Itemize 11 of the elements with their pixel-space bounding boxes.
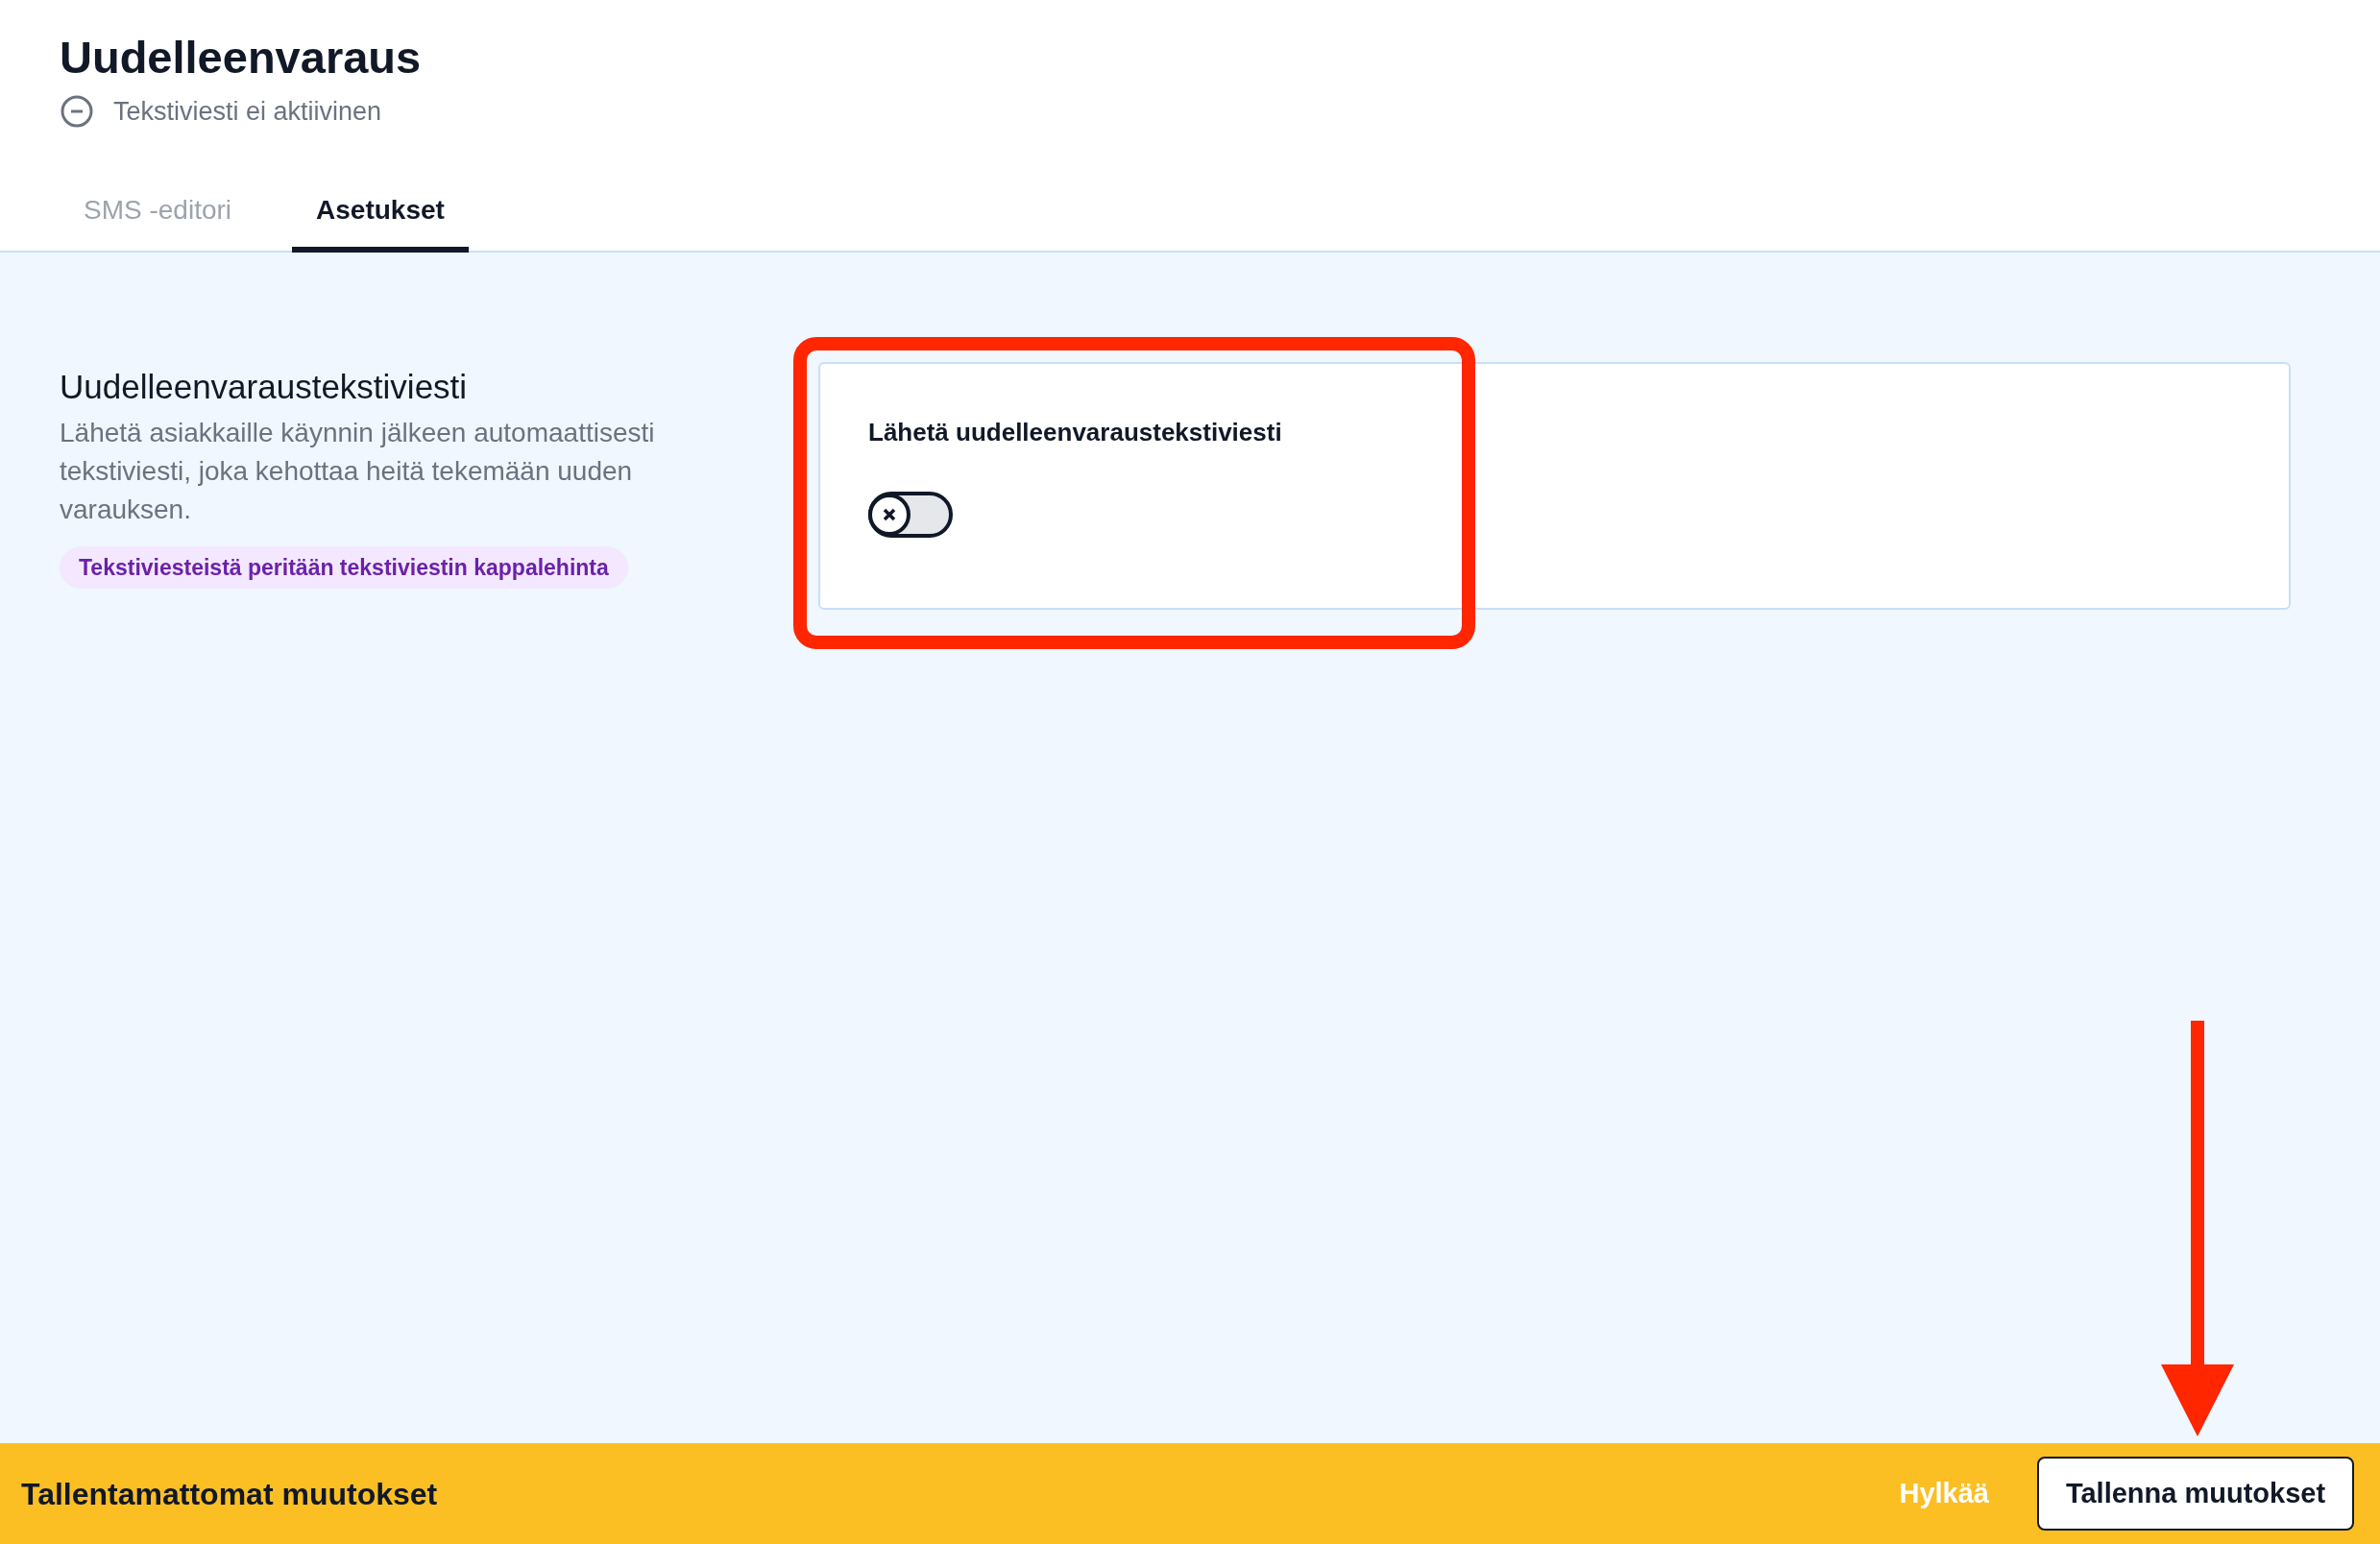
save-button[interactable]: Tallenna muutokset	[2037, 1457, 2354, 1531]
pricing-badge: Tekstiviesteistä peritään tekstiviestin kappalehinta	[60, 545, 628, 589]
unsaved-message: Tallentamattomat muutokset	[21, 1475, 438, 1513]
tab[interactable]: Asetukset	[292, 173, 469, 253]
section-heading: Uudelleenvaraustekstiviesti	[60, 366, 468, 407]
setting-label: Lähetä uudelleenvaraustekstiviesti	[868, 416, 1282, 448]
x-icon	[882, 506, 897, 522]
status-text: Tekstiviesti ei aktiivinen	[113, 96, 382, 128]
toggle-switch[interactable]	[868, 491, 953, 538]
section-description: Lähetä asiakkaille käynnin jälkeen automaattisesti tekstiviesti, joka kehottaa heitä tekemään uuden varauksen.	[60, 416, 656, 526]
page-title: Uudelleenvaraus	[60, 31, 422, 84]
